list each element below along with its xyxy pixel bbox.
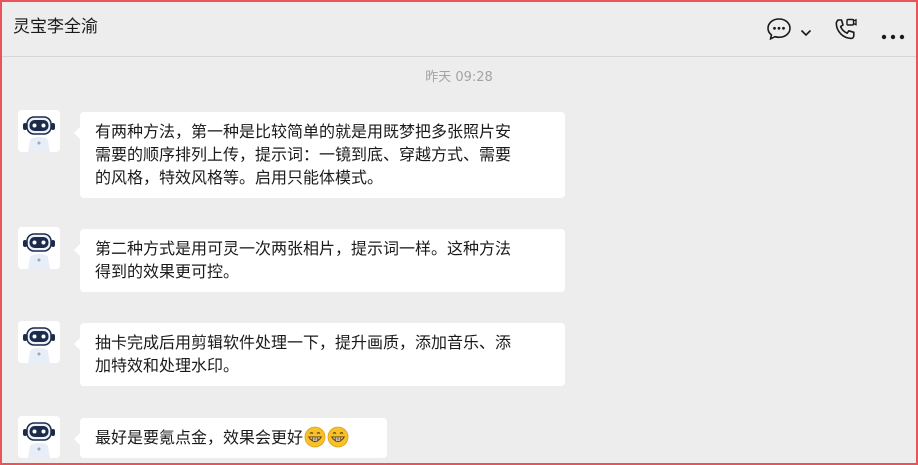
message-bubble[interactable]: 有两种方法，第一种是比较简单的就是用既梦把多张照片安 需要的顺序排列上传，提示词…	[74, 112, 565, 198]
chat-window: 灵宝李全渝 昨天 09:28 有两种方法，第一种是比较简单的就是用既梦把多张照片…	[0, 0, 918, 465]
message-line: 加特效和处理水印。	[95, 356, 240, 375]
phone-video-icon[interactable]	[832, 17, 858, 47]
chat-header: 灵宝李全渝	[2, 2, 916, 57]
message-line: 最好是要氪点金，效果会更好	[95, 428, 304, 447]
message-timestamp: 昨天 09:28	[425, 70, 493, 85]
chevron-down-icon[interactable]	[800, 23, 812, 42]
robot-avatar[interactable]	[18, 110, 60, 152]
message-bubble[interactable]: 抽卡完成后用剪辑软件处理一下，提升画质，添加音乐、添 加特效和处理水印。	[74, 323, 565, 386]
chat-bubble-icon[interactable]	[766, 17, 792, 45]
robot-avatar[interactable]	[18, 416, 60, 458]
grin-emoji	[327, 426, 349, 448]
message-line: 有两种方法，第一种是比较简单的就是用既梦把多张照片安	[95, 122, 512, 141]
message-line: 第二种方式是用可灵一次两张相片，提示词一样。这种方法	[95, 239, 512, 258]
grin-emoji	[304, 426, 326, 448]
message-bubble[interactable]: 最好是要氪点金，效果会更好	[74, 418, 387, 458]
message-bubble[interactable]: 第二种方式是用可灵一次两张相片，提示词一样。这种方法 得到的效果更可控。	[74, 229, 565, 292]
message-line: 的风格，特效风格等。启用只能体模式。	[95, 168, 384, 187]
robot-avatar[interactable]	[18, 227, 60, 269]
message-line: 得到的效果更可控。	[95, 262, 240, 281]
message-line: 抽卡完成后用剪辑软件处理一下，提升画质，添加音乐、添	[95, 333, 512, 352]
robot-avatar[interactable]	[18, 321, 60, 363]
message-line: 需要的顺序排列上传，提示词：一镜到底、穿越方式、需要	[95, 145, 512, 164]
chat-title: 灵宝李全渝	[13, 17, 98, 37]
more-icon[interactable]	[880, 26, 906, 45]
